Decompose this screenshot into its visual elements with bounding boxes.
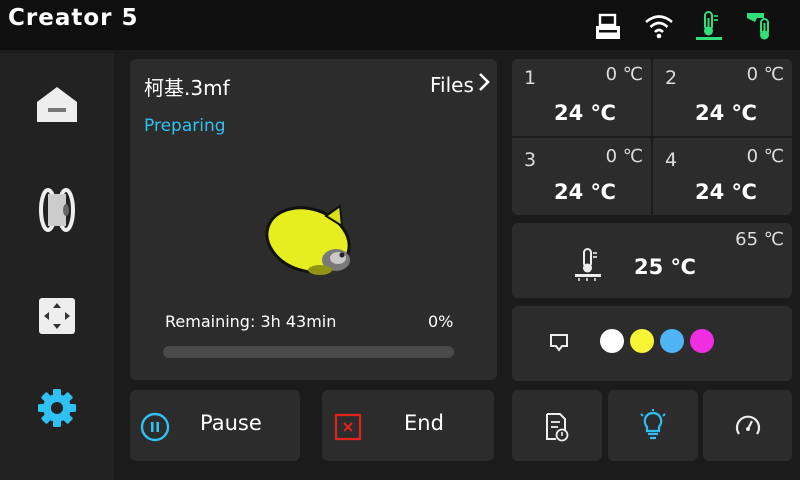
nozzle-current-temp: 24 ℃ (554, 180, 616, 204)
filament-color-4[interactable] (690, 329, 714, 353)
speed-gauge-icon (734, 412, 762, 444)
sidebar-item-home[interactable] (30, 77, 84, 131)
filament-color-1[interactable] (600, 329, 624, 353)
bed-thermometer-icon (570, 247, 606, 285)
nozzle-1-card[interactable]: 1 0 ℃ 24 ℃ (512, 59, 651, 136)
nozzle-index: 1 (524, 67, 537, 89)
end-button[interactable]: End (322, 390, 494, 461)
file-info-icon (544, 412, 570, 446)
remaining-time: Remaining: 3h 43min (165, 312, 337, 331)
extruder-icon (548, 331, 570, 357)
filament-spool-icon (39, 188, 75, 232)
chevron-right-icon (478, 72, 490, 97)
model-preview (256, 198, 366, 288)
light-bulb-icon (639, 409, 667, 445)
pause-icon (140, 412, 170, 446)
nozzle-temp-icon[interactable] (744, 9, 778, 43)
nozzle-current-temp: 24 ℃ (695, 101, 757, 125)
light-toggle-button[interactable] (608, 390, 698, 461)
nozzle-target-temp: 0 ℃ (746, 146, 784, 167)
sidebar-item-move[interactable] (30, 289, 84, 343)
home-icon (37, 87, 77, 122)
pause-label: Pause (200, 411, 262, 435)
nozzle-index: 4 (665, 149, 678, 171)
nozzle-target-temp: 0 ℃ (605, 64, 643, 85)
nozzle-target-temp: 0 ℃ (605, 146, 643, 167)
bed-temp-card[interactable]: 65 ℃ 25 ℃ (512, 223, 792, 298)
move-axis-icon (39, 298, 75, 334)
filament-color-2[interactable] (630, 329, 654, 353)
bed-current-temp: 25 ℃ (634, 255, 696, 279)
filament-color-3[interactable] (660, 329, 684, 353)
pause-button[interactable]: Pause (130, 390, 300, 461)
progress-bar (163, 346, 454, 358)
file-info-button[interactable] (512, 390, 602, 461)
usb-icon[interactable] (591, 9, 625, 43)
sidebar-item-filament[interactable] (30, 183, 84, 237)
nozzle-target-temp: 0 ℃ (746, 64, 784, 85)
job-filename: 柯基.3mf (144, 76, 230, 100)
end-label: End (404, 411, 444, 435)
nozzle-current-temp: 24 ℃ (554, 101, 616, 125)
nozzle-index: 3 (524, 149, 537, 171)
progress-percent: 0% (428, 312, 454, 331)
nozzle-4-card[interactable]: 4 0 ℃ 24 ℃ (653, 138, 792, 215)
files-link[interactable]: Files (430, 72, 490, 97)
nozzle-3-card[interactable]: 3 0 ℃ 24 ℃ (512, 138, 651, 215)
sidebar-item-settings[interactable] (30, 381, 84, 435)
app-title: Creator 5 (8, 5, 139, 31)
nozzle-2-card[interactable]: 2 0 ℃ 24 ℃ (653, 59, 792, 136)
files-label: Files (430, 73, 474, 97)
job-status: Preparing (144, 116, 226, 136)
wifi-icon[interactable] (642, 9, 676, 43)
heated-bed-icon[interactable] (692, 9, 726, 43)
nozzle-index: 2 (665, 67, 678, 89)
speed-button[interactable] (703, 390, 792, 461)
nozzle-current-temp: 24 ℃ (695, 180, 757, 204)
gear-icon (38, 389, 76, 427)
bed-target-temp: 65 ℃ (735, 229, 784, 250)
stop-icon (334, 413, 362, 445)
